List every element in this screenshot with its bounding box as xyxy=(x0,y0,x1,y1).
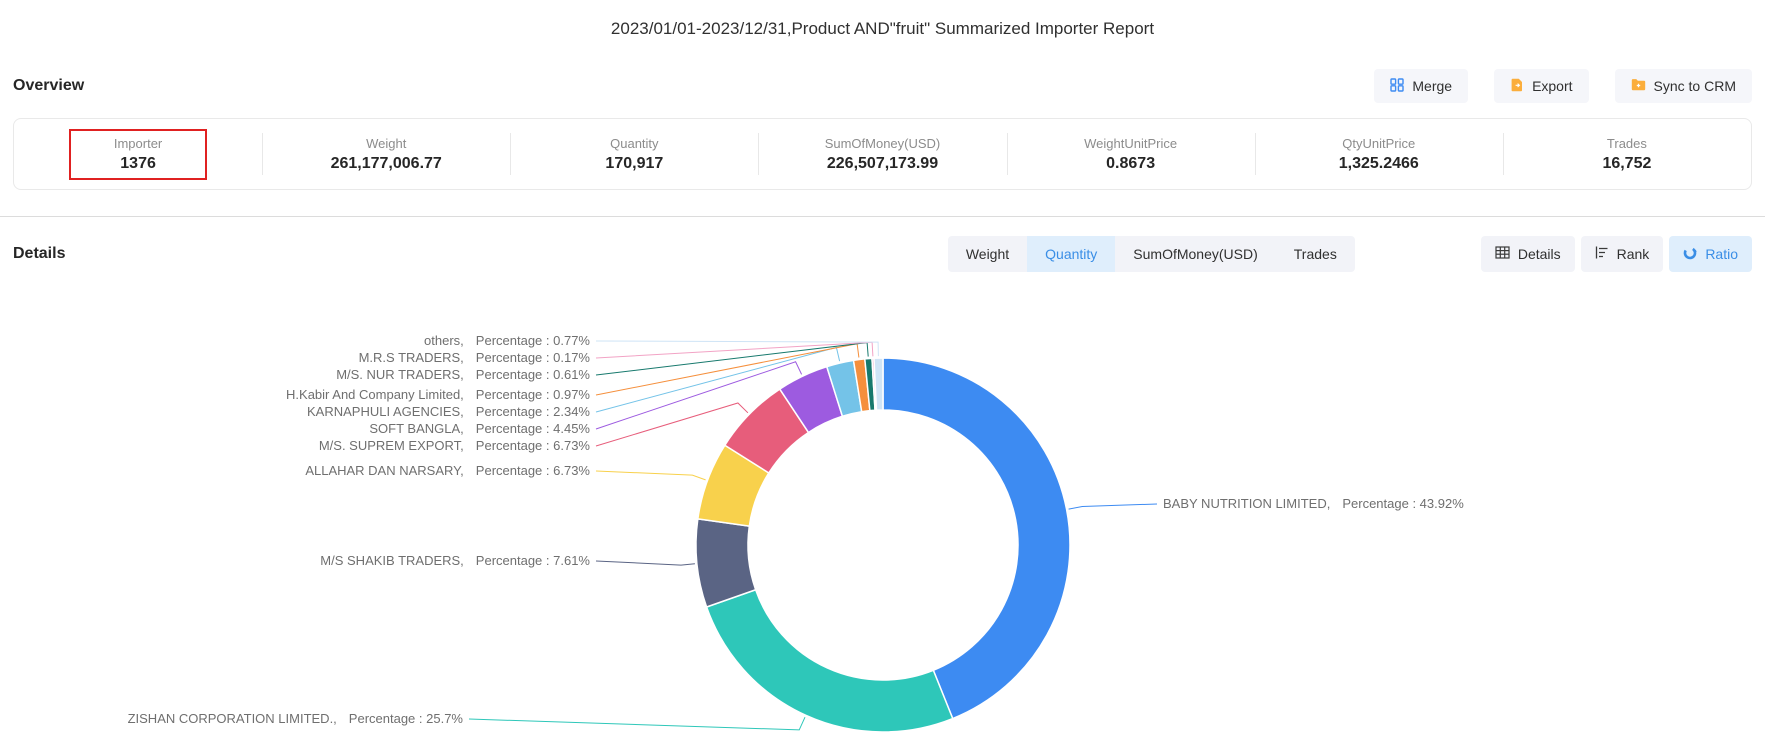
pie-label-percentage: Percentage : 0.97% xyxy=(476,387,590,402)
pie-label-name: others, xyxy=(424,333,464,348)
details-view-button-label: Details xyxy=(1518,246,1561,262)
pie-label-line xyxy=(596,561,695,565)
details-view-button[interactable]: Details xyxy=(1481,236,1575,272)
pie-label: M/S. NUR TRADERS, Percentage : 0.61% xyxy=(336,366,590,384)
pie-label-name: M/S. SUPREM EXPORT, xyxy=(319,438,464,453)
export-button-label: Export xyxy=(1532,78,1572,94)
pie-label-name: KARNAPHULI AGENCIES, xyxy=(307,404,464,419)
metric-tab-group: Weight Quantity SumOfMoney(USD) Trades xyxy=(948,236,1355,272)
pie-label-percentage: Percentage : 25.7% xyxy=(349,711,463,726)
importer-highlight-box: Importer 1376 xyxy=(69,129,207,180)
pie-label: M/S. SUPREM EXPORT, Percentage : 6.73% xyxy=(319,437,590,455)
pie-label-line xyxy=(469,717,805,730)
ratio-button-label: Ratio xyxy=(1705,246,1738,262)
stat-value: 261,177,006.77 xyxy=(331,155,442,173)
tab-sumofmoney[interactable]: SumOfMoney(USD) xyxy=(1115,236,1275,272)
pie-label-percentage: Percentage : 0.77% xyxy=(476,333,590,348)
stat-label: Weight xyxy=(366,136,406,151)
overview-actions: Merge Export Sync to CRM xyxy=(1374,69,1752,103)
pie-label-name: M/S. NUR TRADERS, xyxy=(336,367,464,382)
rank-button[interactable]: Rank xyxy=(1581,236,1664,272)
pie-label-percentage: Percentage : 2.34% xyxy=(476,404,590,419)
stat-label: QtyUnitPrice xyxy=(1342,136,1415,151)
stat-label: SumOfMoney(USD) xyxy=(825,136,941,151)
tab-weight[interactable]: Weight xyxy=(948,236,1027,272)
pie-label-line xyxy=(596,471,706,480)
stat-cell-qtyunitprice: QtyUnitPrice 1,325.2466 xyxy=(1255,119,1503,189)
pie-label: BABY NUTRITION LIMITED, Percentage : 43.9… xyxy=(1163,495,1464,513)
pie-label-name: ZISHAN CORPORATION LIMITED., xyxy=(128,711,337,726)
folder-sync-icon xyxy=(1631,78,1646,94)
pie-label: SOFT BANGLA, Percentage : 4.45% xyxy=(369,420,590,438)
table-icon xyxy=(1495,246,1510,262)
pie-label-line xyxy=(596,403,748,446)
merge-button[interactable]: Merge xyxy=(1374,69,1468,103)
pie-label: M.R.S TRADERS, Percentage : 0.17% xyxy=(359,349,590,367)
stat-value: 170,917 xyxy=(605,155,663,173)
stat-cell-sumofmoney: SumOfMoney(USD) 226,507,173.99 xyxy=(758,119,1006,189)
ratio-icon xyxy=(1683,246,1697,263)
sync-to-crm-button[interactable]: Sync to CRM xyxy=(1615,69,1752,103)
pie-label-percentage: Percentage : 0.17% xyxy=(476,350,590,365)
pie-label-name: SOFT BANGLA, xyxy=(369,421,463,436)
pie-label-percentage: Percentage : 7.61% xyxy=(476,553,590,568)
pie-label-percentage: Percentage : 43.92% xyxy=(1342,496,1463,511)
pie-label: KARNAPHULI AGENCIES, Percentage : 2.34% xyxy=(307,403,590,421)
stat-cell-trades: Trades 16,752 xyxy=(1503,119,1751,189)
pie-label: others, Percentage : 0.77% xyxy=(424,332,590,350)
pie-label-name: BABY NUTRITION LIMITED, xyxy=(1163,496,1330,511)
stat-value: 0.8673 xyxy=(1106,155,1155,173)
stat-label: WeightUnitPrice xyxy=(1084,136,1177,151)
ratio-chart: BABY NUTRITION LIMITED, Percentage : 43.9… xyxy=(0,272,1765,742)
stat-cell-weight: Weight 261,177,006.77 xyxy=(262,119,510,189)
rank-button-label: Rank xyxy=(1617,246,1650,262)
pie-label-name: H.Kabir And Company Limited, xyxy=(286,387,464,402)
stat-value: 1376 xyxy=(120,155,156,173)
stat-value: 16,752 xyxy=(1602,155,1651,173)
tab-quantity[interactable]: Quantity xyxy=(1027,236,1115,272)
pie-label-percentage: Percentage : 0.61% xyxy=(476,367,590,382)
pie-slice[interactable] xyxy=(883,358,1070,719)
page-title: 2023/01/01-2023/12/31,Product AND"fruit"… xyxy=(0,0,1765,42)
pie-slice[interactable] xyxy=(707,590,953,732)
pie-label-line xyxy=(596,341,878,356)
pie-label-percentage: Percentage : 4.45% xyxy=(476,421,590,436)
stat-label: Quantity xyxy=(610,136,658,151)
overview-stats-card: Importer 1376 Weight 261,177,006.77 Quan… xyxy=(13,118,1752,190)
pie-label-name: M/S SHAKIB TRADERS, xyxy=(320,553,464,568)
pie-label-name: ALLAHAR DAN NARSARY, xyxy=(305,463,463,478)
stat-label: Trades xyxy=(1607,136,1647,151)
merge-icon xyxy=(1390,78,1404,95)
pie-label-line xyxy=(596,342,873,358)
pie-label-name: M.R.S TRADERS, xyxy=(359,350,464,365)
donut-chart-svg xyxy=(0,272,1765,742)
stat-cell-importer: Importer 1376 xyxy=(14,119,262,189)
rank-icon xyxy=(1595,246,1609,262)
sync-to-crm-button-label: Sync to CRM xyxy=(1654,78,1736,94)
stat-label: Importer xyxy=(114,136,162,151)
ratio-button[interactable]: Ratio xyxy=(1669,236,1752,272)
stat-value: 1,325.2466 xyxy=(1339,155,1419,173)
details-heading: Details xyxy=(13,245,65,263)
pie-label: H.Kabir And Company Limited, Percentage :… xyxy=(286,386,590,404)
overview-heading: Overview xyxy=(13,77,84,95)
tab-trades[interactable]: Trades xyxy=(1276,236,1355,272)
details-section: Details Weight Quantity SumOfMoney(USD) … xyxy=(0,216,1765,272)
export-file-icon xyxy=(1510,78,1524,95)
stat-cell-weightunitprice: WeightUnitPrice 0.8673 xyxy=(1007,119,1255,189)
pie-label: M/S SHAKIB TRADERS, Percentage : 7.61% xyxy=(320,552,590,570)
pie-label-line xyxy=(1069,504,1157,509)
pie-label: ZISHAN CORPORATION LIMITED., Percentage :… xyxy=(128,710,463,728)
stat-cell-quantity: Quantity 170,917 xyxy=(510,119,758,189)
view-button-group: Details Rank Ratio xyxy=(1481,236,1752,272)
merge-button-label: Merge xyxy=(1412,78,1452,94)
stat-value: 226,507,173.99 xyxy=(827,155,938,173)
pie-label-percentage: Percentage : 6.73% xyxy=(476,463,590,478)
pie-label: ALLAHAR DAN NARSARY, Percentage : 6.73% xyxy=(305,462,590,480)
export-button[interactable]: Export xyxy=(1494,69,1588,103)
pie-label-percentage: Percentage : 6.73% xyxy=(476,438,590,453)
